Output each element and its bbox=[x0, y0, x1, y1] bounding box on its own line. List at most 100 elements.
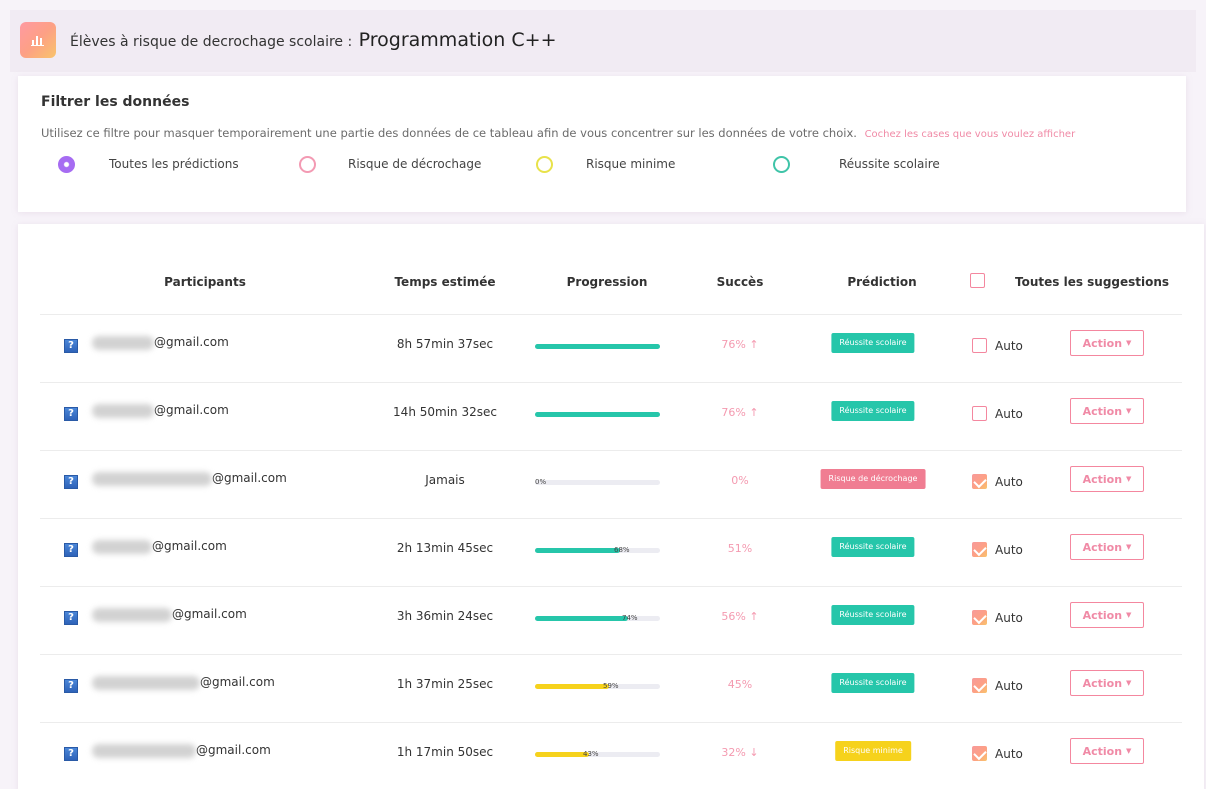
action-dropdown-button[interactable]: Action ▼ bbox=[1070, 466, 1144, 492]
participant-email: @gmail.com bbox=[212, 471, 287, 485]
success-value: 56% bbox=[721, 610, 746, 623]
column-header-participants: Participants bbox=[164, 275, 246, 289]
progress-bar bbox=[535, 412, 660, 417]
radio-unselected[interactable] bbox=[299, 156, 316, 173]
action-dropdown-button[interactable]: Action ▼ bbox=[1070, 670, 1144, 696]
success-value: 76% bbox=[721, 338, 746, 351]
auto-checkbox[interactable] bbox=[972, 542, 987, 557]
table-row: ? @gmail.com 14h 50min 32sec 76% ↑ Réuss… bbox=[18, 382, 1204, 450]
radio-unselected[interactable] bbox=[773, 156, 790, 173]
blurred-email bbox=[92, 608, 172, 622]
auto-checkbox[interactable] bbox=[972, 474, 987, 489]
caret-down-icon: ▼ bbox=[1126, 679, 1132, 687]
blurred-email bbox=[92, 676, 200, 690]
radio-unselected[interactable] bbox=[536, 156, 553, 173]
success-rate: 51% bbox=[728, 542, 752, 555]
auto-label: Auto bbox=[995, 679, 1023, 693]
table-row: ? @gmail.com 1h 37min 25sec 59% 45% Réus… bbox=[18, 654, 1204, 722]
auto-label: Auto bbox=[995, 339, 1023, 353]
help-icon[interactable]: ? bbox=[64, 339, 78, 353]
table-row: ? @gmail.com 8h 57min 37sec 76% ↑ Réussi… bbox=[18, 314, 1204, 382]
estimated-time: 8h 57min 37sec bbox=[396, 337, 494, 351]
action-dropdown-button[interactable]: Action ▼ bbox=[1070, 534, 1144, 560]
action-dropdown-button[interactable]: Action ▼ bbox=[1070, 398, 1144, 424]
action-dropdown-button[interactable]: Action ▼ bbox=[1070, 738, 1144, 764]
participant-email: @gmail.com bbox=[152, 539, 227, 553]
auto-checkbox[interactable] bbox=[972, 610, 987, 625]
action-label: Action bbox=[1082, 676, 1123, 690]
progress-fill bbox=[535, 616, 628, 621]
participant-email: @gmail.com bbox=[172, 607, 247, 621]
progress-bar: 74% bbox=[535, 614, 660, 622]
auto-label: Auto bbox=[995, 611, 1023, 625]
prediction-badge: Réussite scolaire bbox=[831, 537, 915, 557]
participant-email: @gmail.com bbox=[154, 335, 229, 349]
page-header: Élèves à risque de decrochage scolaire :… bbox=[10, 10, 1196, 72]
action-label: Action bbox=[1082, 472, 1123, 486]
caret-down-icon: ▼ bbox=[1126, 339, 1132, 347]
estimated-time: 2h 13min 45sec bbox=[396, 541, 494, 555]
filter-description-text: Utilisez ce filtre pour masquer temporai… bbox=[41, 126, 857, 140]
filter-option-label: Risque de décrochage bbox=[348, 157, 482, 171]
help-icon[interactable]: ? bbox=[64, 611, 78, 625]
help-icon[interactable]: ? bbox=[64, 747, 78, 761]
success-value: 32% bbox=[721, 746, 746, 759]
auto-label: Auto bbox=[995, 475, 1023, 489]
radio-selected[interactable] bbox=[58, 156, 75, 173]
table-row: ? @gmail.com 1h 17min 50sec 43% 32% ↓ Ri… bbox=[18, 722, 1204, 789]
action-label: Action bbox=[1082, 744, 1123, 758]
column-header-time: Temps estimée bbox=[394, 275, 496, 289]
participant-email: @gmail.com bbox=[154, 403, 229, 417]
page-title-prefix: Élèves à risque de decrochage scolaire : bbox=[70, 34, 353, 50]
caret-down-icon: ▼ bbox=[1126, 543, 1132, 551]
action-dropdown-button[interactable]: Action ▼ bbox=[1070, 330, 1144, 356]
help-icon[interactable]: ? bbox=[64, 679, 78, 693]
progress-bar: 43% bbox=[535, 750, 660, 758]
filter-options: Toutes les prédictions Risque de décroch… bbox=[58, 156, 1058, 176]
help-icon[interactable]: ? bbox=[64, 475, 78, 489]
progress-fill bbox=[535, 344, 660, 349]
blurred-email bbox=[92, 744, 196, 758]
help-icon[interactable]: ? bbox=[64, 543, 78, 557]
column-header-prediction: Prédiction bbox=[847, 275, 917, 289]
column-header-suggestions: Toutes les suggestions bbox=[1015, 275, 1170, 289]
action-dropdown-button[interactable]: Action ▼ bbox=[1070, 602, 1144, 628]
participant-email: @gmail.com bbox=[200, 675, 275, 689]
estimated-time: 1h 37min 25sec bbox=[396, 677, 494, 691]
filter-panel: Filtrer les données Utilisez ce filtre p… bbox=[18, 76, 1186, 212]
blurred-email bbox=[92, 336, 154, 350]
prediction-badge: Risque minime bbox=[835, 741, 911, 761]
participant-email: @gmail.com bbox=[196, 743, 271, 757]
success-rate: 76% ↑ bbox=[721, 406, 758, 419]
prediction-badge: Réussite scolaire bbox=[831, 333, 915, 353]
filter-option-label: Risque minime bbox=[586, 157, 676, 171]
estimated-time: 3h 36min 24sec bbox=[396, 609, 494, 623]
trend-icon: ↑ bbox=[745, 610, 759, 623]
chart-icon bbox=[20, 22, 56, 58]
prediction-badge: Risque de décrochage bbox=[820, 469, 926, 489]
action-label: Action bbox=[1082, 404, 1123, 418]
trend-icon: ↑ bbox=[745, 338, 759, 351]
action-label: Action bbox=[1082, 540, 1123, 554]
filter-hint: Cochez les cases que vous voulez affiche… bbox=[864, 129, 1076, 140]
success-rate: 56% ↑ bbox=[721, 610, 758, 623]
help-icon[interactable]: ? bbox=[64, 407, 78, 421]
auto-checkbox[interactable] bbox=[972, 746, 987, 761]
select-all-checkbox[interactable] bbox=[970, 273, 985, 288]
auto-checkbox[interactable] bbox=[972, 406, 987, 421]
estimated-time: 14h 50min 32sec bbox=[393, 405, 497, 419]
caret-down-icon: ▼ bbox=[1126, 747, 1132, 755]
estimated-time: 1h 17min 50sec bbox=[396, 745, 494, 759]
progress-fill bbox=[535, 548, 620, 553]
success-value: 51% bbox=[727, 542, 753, 555]
auto-checkbox[interactable] bbox=[972, 678, 987, 693]
auto-label: Auto bbox=[995, 407, 1023, 421]
success-value: 45% bbox=[727, 678, 753, 691]
filter-description: Utilisez ce filtre pour masquer temporai… bbox=[41, 126, 1075, 140]
course-name: Programmation C++ bbox=[358, 29, 557, 51]
blurred-email bbox=[92, 472, 212, 486]
auto-label: Auto bbox=[995, 747, 1023, 761]
page-title: Élèves à risque de decrochage scolaire :… bbox=[70, 29, 557, 51]
progress-fill bbox=[535, 684, 609, 689]
auto-checkbox[interactable] bbox=[972, 338, 987, 353]
